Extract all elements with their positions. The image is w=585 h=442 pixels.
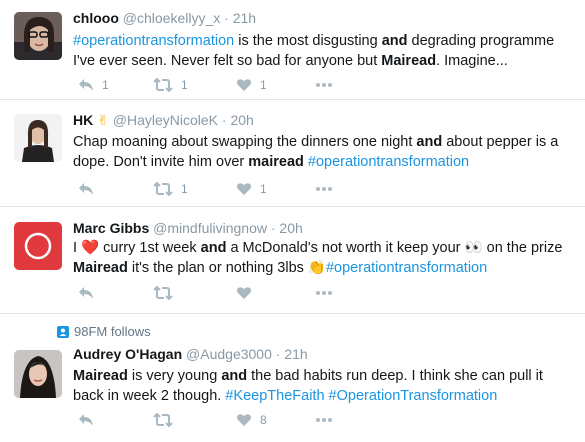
tweet-text: I ❤️ curry 1st week and a McDonald's not… [73, 240, 563, 276]
reply-button[interactable]: 1 [78, 76, 109, 94]
hashtag[interactable]: #operationtransformation [326, 260, 487, 276]
more-icon [316, 291, 332, 295]
retweet-icon [153, 413, 173, 427]
retweet-count: 1 [181, 182, 188, 196]
retweet-button[interactable] [153, 411, 173, 429]
hashtag[interactable]: #KeepTheFaith [225, 388, 324, 404]
display-name[interactable]: HK [73, 112, 93, 128]
reply-icon [79, 414, 93, 426]
reply-icon [79, 287, 93, 299]
display-name[interactable]: Marc Gibbs [73, 220, 149, 236]
tweet[interactable]: 98FM follows Audrey O'Hagan @Audge3000 ·… [0, 314, 585, 442]
reply-button[interactable] [78, 411, 94, 429]
reply-button[interactable] [78, 180, 94, 198]
tweet-text: Chap moaning about swapping the dinners … [73, 134, 559, 170]
like-button[interactable]: 1 [236, 180, 267, 198]
retweet-icon [153, 286, 173, 300]
heart-icon [237, 287, 251, 299]
more-button[interactable] [315, 180, 333, 198]
username[interactable]: @Audge3000 [186, 346, 272, 362]
reply-count: 1 [102, 78, 109, 92]
reply-icon [79, 183, 93, 195]
timestamp[interactable]: 20h [230, 112, 253, 128]
username[interactable]: @HayleyNicoleK [113, 112, 218, 128]
username[interactable]: @mindfulivingnow [153, 220, 267, 236]
heart-icon [237, 183, 251, 195]
person-icon [57, 325, 69, 338]
display-name[interactable]: Audrey O'Hagan [73, 346, 182, 362]
tweet-text: #operationtransformation is the most dis… [73, 33, 555, 69]
hashtag[interactable]: #OperationTransformation [329, 388, 498, 404]
heart-emoji: ❤️ [81, 240, 100, 256]
like-button[interactable]: 8 [236, 411, 267, 429]
like-button[interactable] [236, 284, 252, 302]
clapping-hands-emoji: 👏 [307, 260, 326, 276]
tweet-header: Audrey O'Hagan @Audge3000 · 21h [73, 346, 308, 362]
tweet[interactable]: chlooo @chloekellyy_x · 21h #operationtr… [0, 0, 585, 100]
retweet-icon [153, 78, 173, 92]
retweet-button[interactable] [153, 284, 173, 302]
retweet-count: 1 [181, 78, 188, 92]
like-count: 1 [260, 78, 267, 92]
timestamp[interactable]: 21h [284, 346, 307, 362]
heart-icon [237, 414, 251, 426]
like-button[interactable]: 1 [236, 76, 267, 94]
more-button[interactable] [315, 411, 333, 429]
like-count: 1 [260, 182, 267, 196]
like-count: 8 [260, 413, 267, 427]
tweet-text: Mairead is very young and the bad habits… [73, 368, 543, 404]
eyes-emoji: 👀 [464, 240, 483, 256]
display-name[interactable]: chlooo [73, 10, 119, 26]
social-context: 98FM follows [57, 324, 151, 339]
context-text: 98FM follows [74, 324, 151, 339]
retweet-button[interactable]: 1 [153, 76, 188, 94]
tweet-header: chlooo @chloekellyy_x · 21h [73, 10, 257, 26]
more-button[interactable] [315, 76, 333, 94]
reply-icon [79, 79, 93, 91]
more-icon [316, 418, 332, 422]
avatar[interactable] [14, 350, 62, 398]
tweet-header: Marc Gibbs @mindfulivingnow · 20h [73, 220, 303, 236]
tweet-header: HK ✌ @HayleyNicoleK · 20h [73, 112, 254, 128]
victory-hand-emoji: ✌ [97, 112, 109, 128]
reply-button[interactable] [78, 284, 94, 302]
tweet[interactable]: HK ✌ @HayleyNicoleK · 20h Chap moaning a… [0, 100, 585, 207]
username[interactable]: @chloekellyy_x [123, 10, 220, 26]
more-icon [316, 187, 332, 191]
heart-icon [237, 79, 251, 91]
more-button[interactable] [315, 284, 333, 302]
avatar[interactable] [14, 12, 62, 60]
timestamp[interactable]: 20h [279, 220, 302, 236]
retweet-icon [153, 182, 173, 196]
retweet-button[interactable]: 1 [153, 180, 188, 198]
timestamp[interactable]: 21h [233, 10, 256, 26]
more-icon [316, 83, 332, 87]
hashtag[interactable]: #operationtransformation [308, 154, 469, 170]
tweet[interactable]: Marc Gibbs @mindfulivingnow · 20h I ❤️ c… [0, 207, 585, 314]
avatar[interactable] [14, 114, 62, 162]
hashtag[interactable]: #operationtransformation [73, 33, 234, 49]
avatar[interactable] [14, 222, 62, 270]
